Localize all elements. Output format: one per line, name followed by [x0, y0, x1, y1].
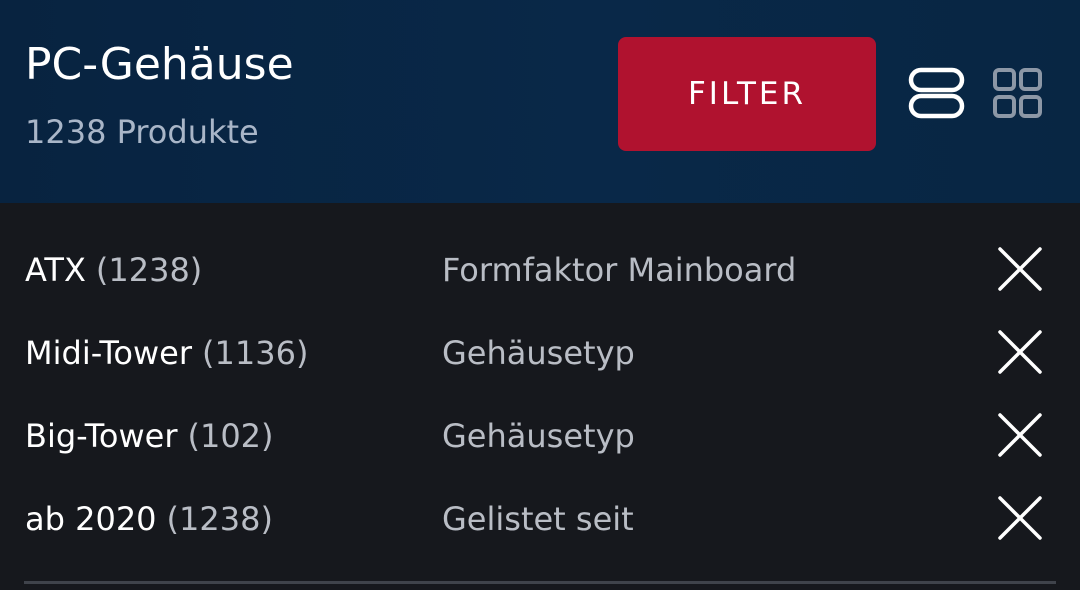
close-icon[interactable]	[994, 492, 1046, 544]
filter-attribute: Formfaktor Mainboard	[442, 250, 797, 289]
filter-value-count: (1238)	[166, 499, 273, 538]
filter-button[interactable]: FILTER	[618, 37, 876, 151]
filter-value: Big-Tower (102)	[25, 394, 274, 477]
list-view-button[interactable]	[904, 64, 968, 124]
filter-value: ab 2020 (1238)	[25, 477, 273, 560]
filter-attribute: Gehäusetyp	[442, 333, 635, 372]
filter-value-label: Midi-Tower	[25, 333, 193, 372]
filter-value: ATX (1238)	[25, 228, 202, 311]
grid-view-button[interactable]	[988, 64, 1052, 124]
active-filter-row: Midi-Tower (1136) Gehäusetyp	[0, 311, 1080, 394]
filter-attribute: Gelistet seit	[442, 499, 634, 538]
page-header: PC-Gehäuse 1238 Produkte FILTER	[0, 0, 1080, 203]
close-icon[interactable]	[994, 409, 1046, 461]
close-icon[interactable]	[994, 243, 1046, 295]
page-title: PC-Gehäuse	[25, 39, 294, 90]
product-count: 1238 Produkte	[25, 113, 259, 151]
close-icon[interactable]	[994, 326, 1046, 378]
filter-value: Midi-Tower (1136)	[25, 311, 308, 394]
filter-value-count: (1136)	[202, 333, 309, 372]
grid-view-icon	[993, 68, 1042, 118]
list-view-icon	[908, 67, 965, 119]
filter-value-label: ab 2020	[25, 499, 157, 538]
filter-value-count: (102)	[187, 416, 274, 455]
active-filter-row: ab 2020 (1238) Gelistet seit	[0, 477, 1080, 560]
divider	[24, 581, 1056, 584]
filter-button-label: FILTER	[687, 76, 807, 112]
active-filter-row: ATX (1238) Formfaktor Mainboard	[0, 228, 1080, 311]
filter-value-label: Big-Tower	[25, 416, 178, 455]
active-filter-row: Big-Tower (102) Gehäusetyp	[0, 394, 1080, 477]
filter-value-label: ATX	[25, 250, 86, 289]
filter-attribute: Gehäusetyp	[442, 416, 635, 455]
filter-value-count: (1238)	[95, 250, 203, 289]
